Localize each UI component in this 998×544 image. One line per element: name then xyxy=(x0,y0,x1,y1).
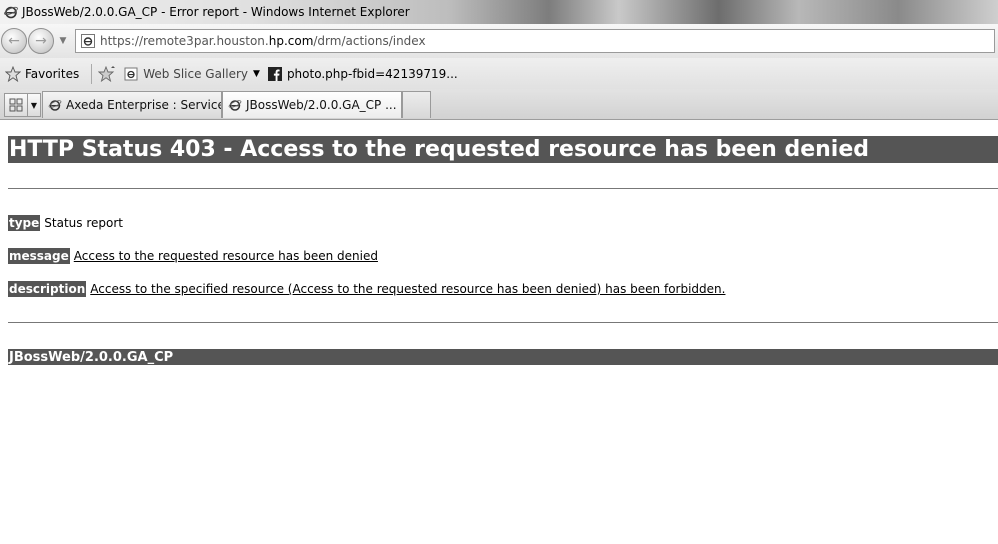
chevron-down-icon: ▼ xyxy=(253,68,260,79)
page-content: HTTP Status 403 - Access to the requeste… xyxy=(0,120,998,544)
back-button[interactable]: ← xyxy=(1,28,27,54)
quick-tabs-icon xyxy=(9,98,23,112)
navigation-bar: ← → ▼ https://remote3par.houston.hp.com/… xyxy=(0,24,998,58)
divider xyxy=(8,188,998,189)
arrow-left-icon: ← xyxy=(8,33,20,49)
favorite-facebook-photo[interactable]: photo.php-fbid=42139719... xyxy=(267,66,458,81)
type-label: type xyxy=(8,215,41,231)
url-text[interactable]: https://remote3par.houston.hp.com/drm/ac… xyxy=(100,34,426,48)
divider xyxy=(8,322,998,323)
tab-axeda-enterprise[interactable]: Axeda Enterprise : Service xyxy=(42,91,222,118)
type-row: type Status report xyxy=(8,215,123,231)
window-title: JBossWeb/2.0.0.GA_CP - Error report - Wi… xyxy=(22,5,410,19)
chevron-down-icon: ▼ xyxy=(59,36,67,46)
ie-page-icon xyxy=(124,67,138,80)
ie-page-icon xyxy=(228,100,242,111)
recent-pages-dropdown[interactable]: ▼ xyxy=(57,35,69,47)
page-title: HTTP Status 403 - Access to the requeste… xyxy=(8,136,998,163)
arrow-right-icon: → xyxy=(35,33,47,49)
message-value: Access to the requested resource has bee… xyxy=(73,249,378,263)
favorites-button[interactable]: Favorites xyxy=(25,67,79,81)
favorite-web-slice-gallery[interactable]: Web Slice Gallery ▼ xyxy=(124,67,260,81)
message-label: message xyxy=(8,248,70,264)
tab-label: Axeda Enterprise : Service xyxy=(66,98,222,112)
server-footer: JBossWeb/2.0.0.GA_CP xyxy=(8,349,998,365)
description-label: description xyxy=(8,281,87,297)
tab-list-button[interactable]: ▼ xyxy=(27,93,41,117)
address-bar[interactable]: https://remote3par.houston.hp.com/drm/ac… xyxy=(75,29,995,53)
ie-page-icon xyxy=(81,34,95,48)
browser-window: JBossWeb/2.0.0.GA_CP - Error report - Wi… xyxy=(0,0,998,544)
chevron-down-icon: ▼ xyxy=(30,100,38,110)
tab-label: JBossWeb/2.0.0.GA_CP ... xyxy=(246,98,397,112)
message-row: message Access to the requested resource… xyxy=(8,248,378,264)
ie-logo-icon xyxy=(4,6,18,19)
type-value: Status report xyxy=(44,216,123,230)
favorite-label: Web Slice Gallery xyxy=(143,66,249,81)
description-value: Access to the specified resource (Access… xyxy=(90,282,726,296)
toolbar-separator xyxy=(91,63,93,84)
tab-bar: ▼ Axeda Enterprise : Service JBossWeb/2.… xyxy=(0,89,998,120)
title-bar: JBossWeb/2.0.0.GA_CP - Error report - Wi… xyxy=(0,0,998,24)
description-row: description Access to the specified reso… xyxy=(8,281,725,297)
facebook-icon xyxy=(267,66,282,81)
add-to-favorites-bar-icon[interactable] xyxy=(98,65,116,82)
favorites-bar: Favorites Web Slice Gallery ▼ photo.php-… xyxy=(0,58,998,89)
quick-tabs-button[interactable] xyxy=(4,93,28,117)
forward-button[interactable]: → xyxy=(28,28,54,54)
new-tab-button[interactable] xyxy=(402,91,431,118)
ie-page-icon xyxy=(48,100,62,111)
favorite-label: photo.php-fbid=42139719... xyxy=(286,66,458,81)
tab-jbossweb-error[interactable]: JBossWeb/2.0.0.GA_CP ... × xyxy=(222,91,402,118)
favorites-star-icon xyxy=(5,65,21,82)
